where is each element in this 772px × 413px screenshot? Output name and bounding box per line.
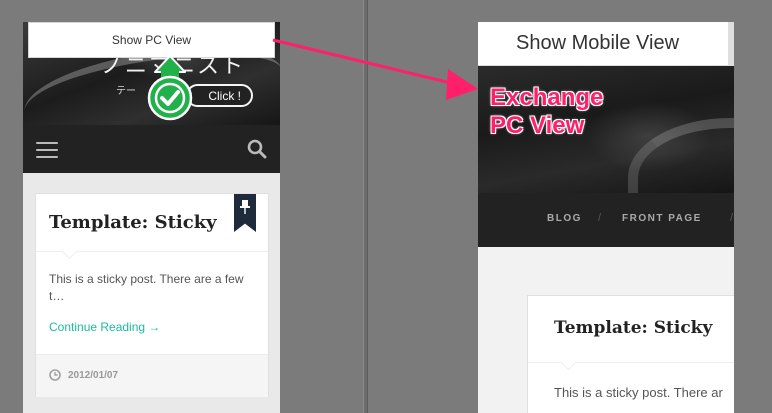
- post-excerpt: This is a sticky post. There ar: [554, 385, 723, 400]
- continue-reading-link[interactable]: Continue Reading →: [49, 320, 160, 334]
- post-card: Template: Sticky This is a sticky post. …: [35, 193, 269, 397]
- nav-separator: /: [598, 212, 602, 224]
- post-date: 2012/01/07: [68, 370, 119, 381]
- site-tagline: テー: [116, 86, 136, 97]
- divider-notch: [61, 243, 78, 260]
- annotation-line-1: Exchange: [490, 84, 604, 111]
- post-meta: 2012/01/07: [36, 354, 268, 397]
- click-hint-text: Click !: [208, 88, 241, 103]
- post-title[interactable]: Template: Sticky: [554, 318, 712, 338]
- show-mobile-view-label: Show Mobile View: [516, 32, 680, 54]
- sticky-bookmark: [234, 194, 256, 232]
- click-hint-bubble: Click !: [186, 84, 253, 107]
- show-pc-view-button[interactable]: Show PC View: [28, 22, 275, 58]
- nav-item-front-page[interactable]: FRONT PAGE: [622, 213, 702, 224]
- post-title[interactable]: Template: Sticky: [49, 212, 217, 233]
- nav-item-blog[interactable]: BLOG: [547, 213, 582, 224]
- exchange-pc-view-annotation: Exchange PC View: [490, 84, 603, 140]
- nav-separator: /: [730, 212, 734, 224]
- mobile-nav-bar: [23, 125, 280, 173]
- show-mobile-view-button[interactable]: Show Mobile View: [478, 22, 734, 66]
- search-icon[interactable]: [247, 139, 267, 159]
- desktop-nav-bar: BLOG / FRONT PAGE /: [478, 193, 734, 247]
- check-circle-icon: [147, 56, 193, 121]
- menu-icon[interactable]: [36, 142, 58, 158]
- clock-icon: [49, 369, 61, 381]
- scrollbar-edge: [728, 22, 734, 66]
- show-pc-view-label: Show PC View: [111, 33, 192, 47]
- post-excerpt: This is a sticky post. There are a few t…: [49, 272, 244, 303]
- pc-view-screen: Show Mobile View BLOG / FRONT PAGE / Tem…: [478, 22, 734, 413]
- annotation-line-2: PC View: [490, 112, 585, 139]
- panel-divider: [363, 0, 368, 413]
- post-card: Template: Sticky This is a sticky post. …: [527, 295, 734, 413]
- divider-notch: [560, 354, 577, 371]
- pin-icon: [240, 200, 250, 214]
- title-divider: [528, 362, 734, 363]
